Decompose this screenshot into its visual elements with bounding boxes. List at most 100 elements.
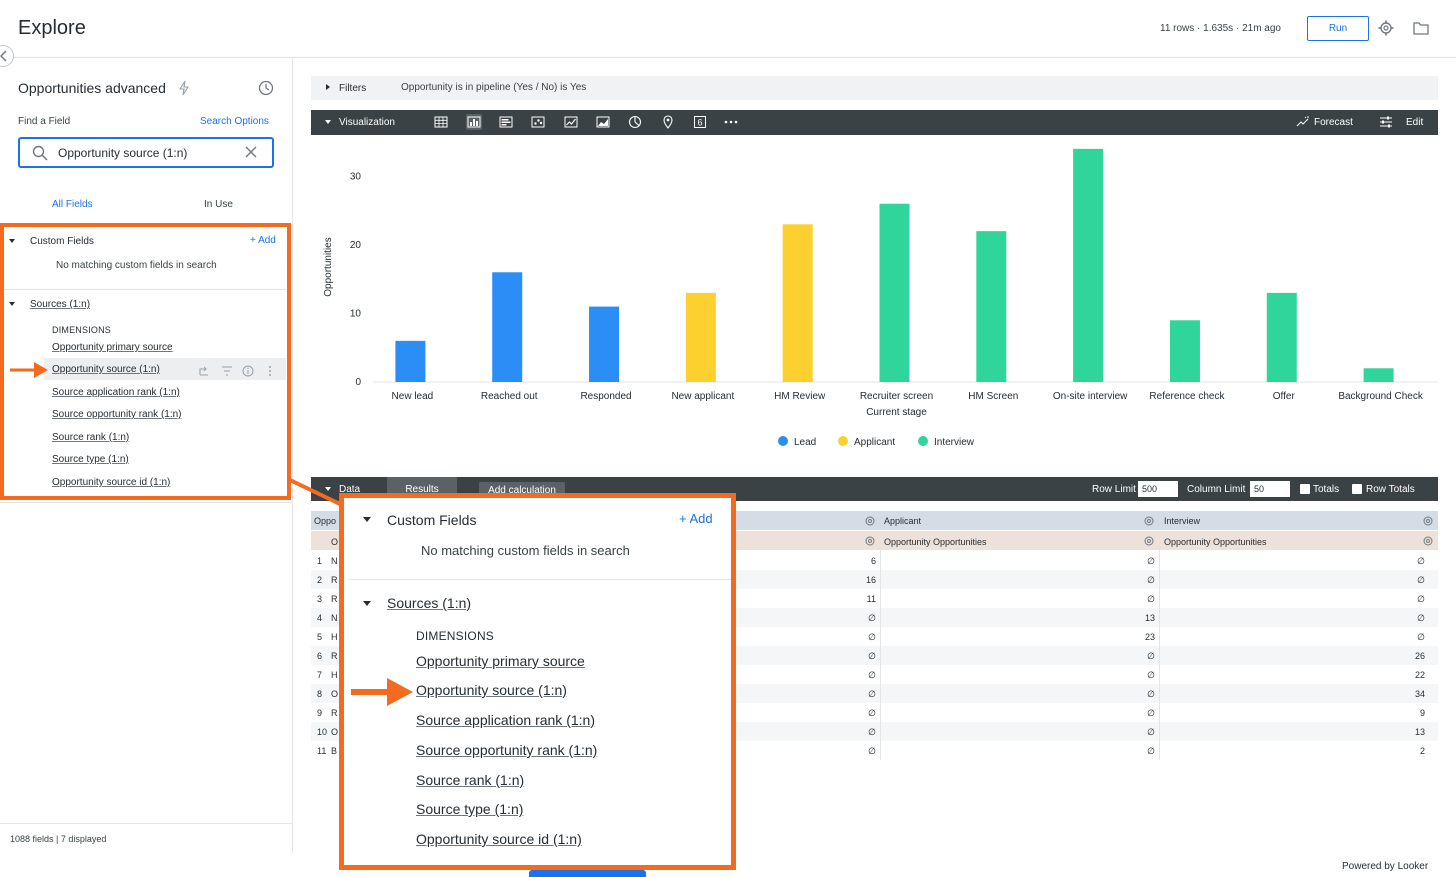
interview-value-cell: ∅ bbox=[1417, 632, 1425, 642]
measure-header[interactable]: Opportunity Opportunities bbox=[884, 537, 987, 547]
field-opportunity-source[interactable]: Opportunity source (1:n) bbox=[416, 682, 567, 698]
table-chart-icon[interactable] bbox=[433, 114, 449, 130]
dimensions-label: DIMENSIONS bbox=[416, 629, 495, 643]
bar-applicant bbox=[782, 224, 813, 382]
svg-text:6: 6 bbox=[697, 118, 702, 128]
divider bbox=[0, 823, 292, 824]
bar-interview bbox=[879, 203, 910, 382]
edit-button[interactable]: Edit bbox=[1406, 117, 1423, 128]
gear-icon[interactable] bbox=[864, 534, 876, 546]
x-tick-label: On-site interview bbox=[1053, 391, 1128, 402]
x-tick-label: Background Check bbox=[1338, 391, 1423, 402]
query-meta: 11 rows · 1.635s · 21m ago bbox=[1160, 23, 1281, 34]
interview-value-cell: ∅ bbox=[1417, 556, 1425, 566]
row-number: 4 bbox=[317, 613, 323, 623]
row-dimension-cell: R bbox=[331, 575, 338, 585]
applicant-value-cell: ∅ bbox=[1147, 727, 1155, 737]
line-chart-icon[interactable] bbox=[563, 114, 579, 130]
divider bbox=[349, 579, 731, 580]
run-button[interactable]: Run bbox=[1307, 16, 1369, 41]
x-tick-label: HM Review bbox=[774, 391, 826, 402]
lead-value-cell: ∅ bbox=[868, 632, 876, 642]
row-totals-label: Row Totals bbox=[1366, 484, 1415, 495]
legend-label: Lead bbox=[794, 437, 816, 448]
gear-icon[interactable] bbox=[1143, 514, 1155, 526]
field-source-rank[interactable]: Source rank (1:n) bbox=[416, 772, 524, 788]
totals-label: Totals bbox=[1313, 484, 1340, 495]
more-horizontal-icon[interactable] bbox=[723, 114, 739, 130]
legend-label: Interview bbox=[934, 437, 975, 448]
row-totals-checkbox[interactable] bbox=[1352, 484, 1362, 494]
applicant-value-cell: ∅ bbox=[1147, 556, 1155, 566]
field-source-application-rank[interactable]: Source application rank (1:n) bbox=[416, 712, 595, 728]
row-number: 2 bbox=[317, 575, 323, 585]
single-value-icon[interactable]: 6 bbox=[692, 114, 708, 130]
row-limit-input[interactable]: 500 bbox=[1138, 481, 1178, 497]
gear-icon[interactable] bbox=[864, 514, 876, 526]
totals-checkbox[interactable] bbox=[1300, 484, 1310, 494]
forecast-button[interactable]: Forecast bbox=[1314, 117, 1353, 128]
lead-value-cell: 11 bbox=[866, 594, 876, 604]
x-tick-label: HM Screen bbox=[968, 391, 1018, 402]
x-tick-label: New lead bbox=[392, 391, 434, 402]
row-dimension-cell: R bbox=[331, 708, 338, 718]
field-opportunity-source-id[interactable]: Opportunity source id (1:n) bbox=[416, 831, 582, 847]
sources-view-title[interactable]: Sources (1:n) bbox=[387, 595, 471, 611]
column-limit-label: Column Limit bbox=[1187, 484, 1246, 495]
x-tick-label: Responded bbox=[580, 391, 631, 402]
gear-icon[interactable] bbox=[1422, 514, 1434, 526]
add-custom-field-button[interactable]: + Add bbox=[679, 511, 713, 526]
applicant-value-cell: ∅ bbox=[1147, 594, 1155, 604]
folder-icon[interactable] bbox=[1413, 20, 1429, 36]
applicant-value-cell: ∅ bbox=[1147, 651, 1155, 661]
bar-interview bbox=[1266, 292, 1297, 382]
area-chart-icon[interactable] bbox=[595, 114, 611, 130]
gear-icon[interactable] bbox=[1422, 534, 1434, 546]
chart-canvas: 0102030OpportunitiesNew lead Reached out R… bbox=[323, 148, 1438, 448]
bar-interview bbox=[1363, 368, 1394, 382]
applicant-value-cell: ∅ bbox=[1147, 670, 1155, 680]
bar-lead bbox=[395, 340, 426, 382]
field-opportunity-primary-source[interactable]: Opportunity primary source bbox=[416, 653, 585, 669]
applicant-value-cell: 13 bbox=[1144, 613, 1155, 623]
column-chart-icon[interactable] bbox=[466, 114, 482, 130]
row-number: 10 bbox=[317, 727, 328, 737]
row-number: 3 bbox=[317, 594, 323, 604]
bar-interview bbox=[1169, 320, 1200, 382]
interview-value-cell: 9 bbox=[1419, 708, 1425, 718]
lead-value-cell: 6 bbox=[870, 556, 876, 566]
lead-value-cell: ∅ bbox=[868, 670, 876, 680]
scatter-chart-icon[interactable] bbox=[530, 114, 546, 130]
x-tick-label: Reference check bbox=[1149, 391, 1225, 402]
interview-value-cell: 34 bbox=[1414, 689, 1425, 699]
chevron-down-icon[interactable] bbox=[363, 601, 371, 606]
field-count: 1088 fields | 7 displayed bbox=[10, 834, 107, 844]
bar-interview bbox=[976, 231, 1007, 382]
scroll-indicator[interactable] bbox=[529, 870, 646, 877]
interview-value-cell: 26 bbox=[1414, 651, 1425, 661]
field-source-type[interactable]: Source type (1:n) bbox=[416, 801, 523, 817]
lead-value-cell: ∅ bbox=[868, 727, 876, 737]
x-tick-label: Recruiter screen bbox=[860, 391, 933, 402]
filters-section[interactable]: Filters Opportunity is in pipeline (Yes … bbox=[311, 76, 1438, 100]
gear-icon[interactable] bbox=[1378, 20, 1394, 36]
applicant-value-cell: ∅ bbox=[1147, 708, 1155, 718]
interview-value-cell: ∅ bbox=[1417, 575, 1425, 585]
row-number: 9 bbox=[317, 708, 323, 718]
settings-sliders-icon[interactable] bbox=[1379, 115, 1393, 129]
measure-header[interactable]: Opportunity Opportunities bbox=[1164, 537, 1267, 547]
interview-value-cell: 13 bbox=[1414, 727, 1425, 737]
bar-chart-icon[interactable] bbox=[498, 114, 514, 130]
pie-chart-icon[interactable] bbox=[627, 114, 643, 130]
custom-fields-title[interactable]: Custom Fields bbox=[387, 512, 476, 528]
x-tick-label: Offer bbox=[1273, 391, 1296, 402]
field-source-opportunity-rank[interactable]: Source opportunity rank (1:n) bbox=[416, 742, 597, 758]
legend-swatch bbox=[918, 436, 928, 446]
map-pin-icon[interactable] bbox=[660, 114, 676, 130]
gear-icon[interactable] bbox=[1143, 534, 1155, 546]
forecast-icon[interactable] bbox=[1296, 115, 1310, 129]
column-limit-input[interactable]: 50 bbox=[1250, 481, 1290, 497]
row-dimension-cell: B bbox=[331, 746, 338, 756]
chevron-down-icon[interactable] bbox=[363, 517, 371, 522]
x-tick-label: Reached out bbox=[481, 391, 538, 402]
